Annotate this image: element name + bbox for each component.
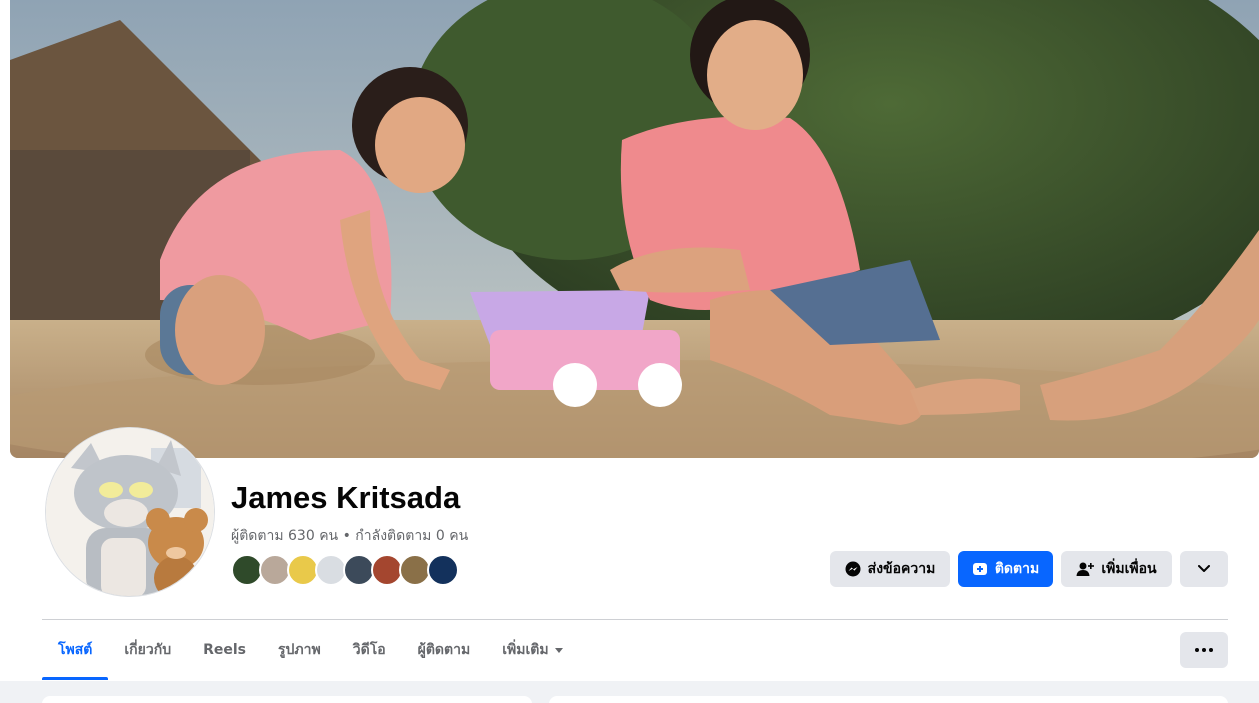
tab-photos[interactable]: รูปภาพ [262, 620, 337, 680]
mutual-friends-avatars [231, 554, 459, 588]
tab-label: เกี่ยวกับ [124, 642, 172, 658]
tab-about[interactable]: เกี่ยวกับ [108, 620, 187, 680]
profile-tabs: โพสต์ เกี่ยวกับ Reels รูปภาพ วิดีโอ ผู้ต… [42, 620, 579, 680]
more-options-icon [1195, 648, 1213, 652]
profile-page: James Kritsada ผู้ติดตาม 630 คน • กำลังต… [0, 0, 1259, 703]
tab-posts[interactable]: โพสต์ [42, 620, 109, 680]
tab-label: โพสต์ [58, 642, 93, 658]
add-friend-button-label: เพิ่มเพื่อน [1101, 561, 1157, 577]
cover-photo-illustration [10, 0, 1259, 458]
tab-followers[interactable]: ผู้ติดตาม [402, 620, 487, 680]
tab-label: รูปภาพ [278, 642, 321, 658]
messenger-icon [845, 561, 861, 577]
avatar-cartoon-illustration [46, 428, 214, 596]
tab-label: เพิ่มเติม [502, 642, 549, 658]
follow-stats[interactable]: ผู้ติดตาม 630 คน • กำลังติดตาม 0 คน [231, 525, 468, 547]
cover-photo[interactable] [10, 0, 1259, 458]
follow-icon [972, 561, 988, 577]
tab-more[interactable]: เพิ่มเติม [486, 620, 578, 680]
message-button[interactable]: ส่งข้อความ [830, 551, 950, 587]
profile-avatar[interactable] [45, 427, 215, 597]
tab-reels[interactable]: Reels [187, 620, 262, 680]
tab-label: Reels [203, 642, 246, 658]
caret-down-icon [554, 647, 563, 653]
dropdown-button[interactable] [1180, 551, 1228, 587]
chevron-down-icon [1198, 565, 1210, 573]
tab-label: ผู้ติดตาม [417, 642, 471, 658]
friend-avatar[interactable] [427, 554, 459, 586]
add-friend-icon [1076, 561, 1095, 577]
add-friend-button[interactable]: เพิ่มเพื่อน [1061, 551, 1172, 587]
tab-label: วิดีโอ [352, 642, 386, 658]
posts-card [549, 696, 1228, 703]
follow-button[interactable]: ติดตาม [958, 551, 1053, 587]
more-options-button[interactable] [1180, 632, 1228, 668]
intro-card [42, 696, 532, 703]
message-button-label: ส่งข้อความ [867, 561, 936, 577]
profile-name: James Kritsada [231, 480, 461, 515]
follow-button-label: ติดตาม [994, 561, 1040, 577]
tab-videos[interactable]: วิดีโอ [337, 620, 402, 680]
